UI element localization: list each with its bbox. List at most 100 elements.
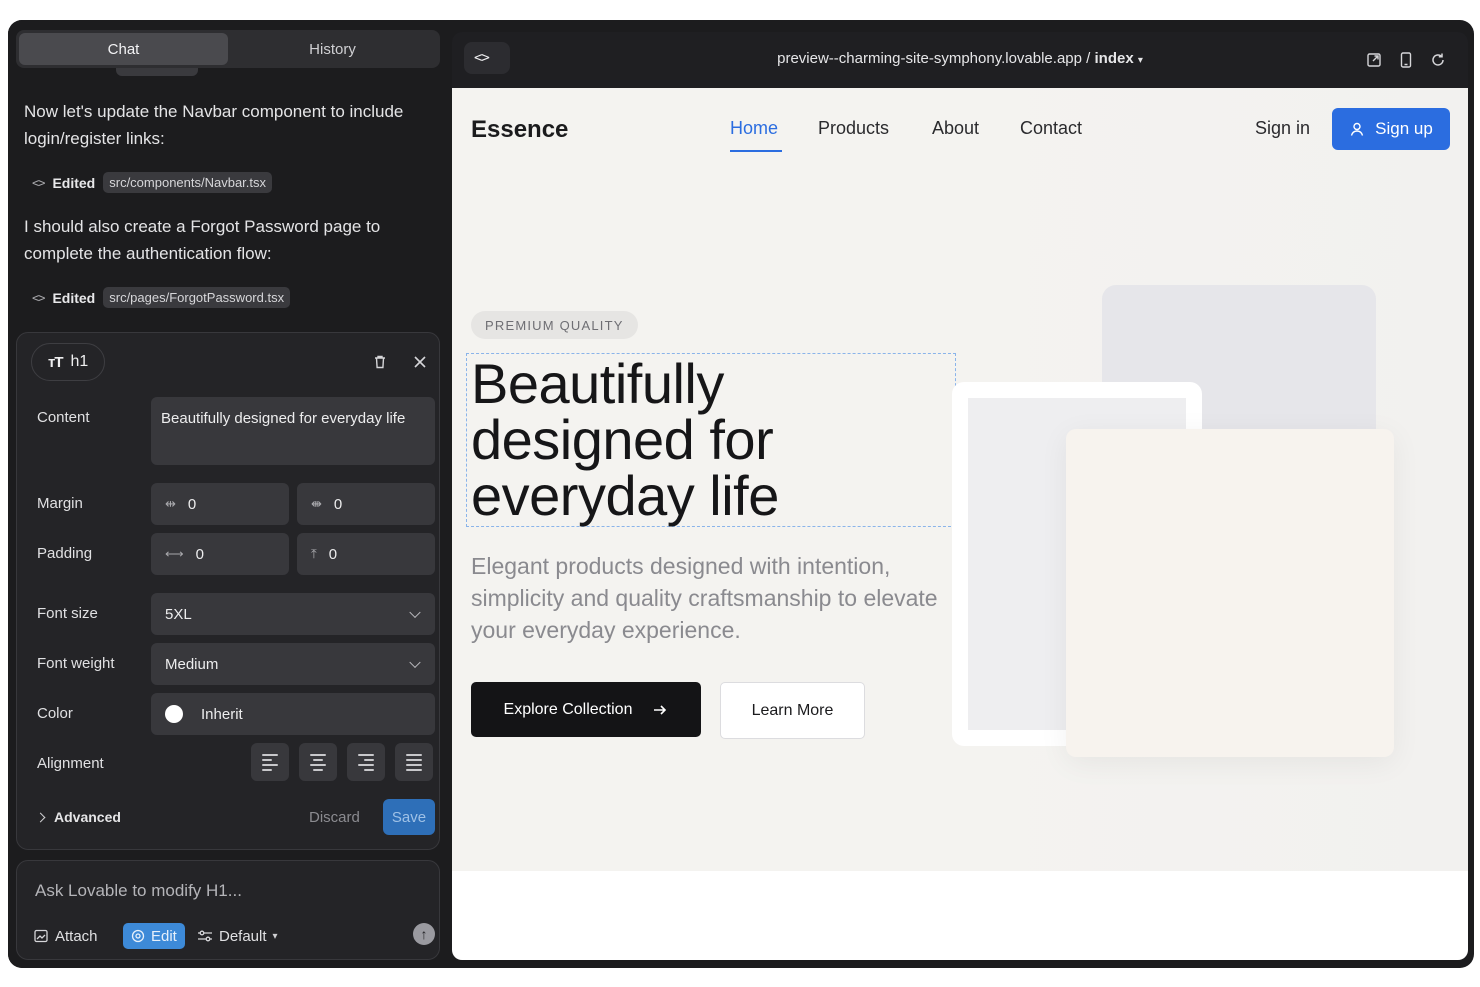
content-input[interactable]: Beautifully designed for everyday life bbox=[151, 397, 435, 465]
font-size-value: 5XL bbox=[165, 605, 192, 623]
font-weight-label: Font weight bbox=[37, 655, 115, 672]
edit-label: Edit bbox=[151, 927, 177, 945]
advanced-label: Advanced bbox=[54, 809, 121, 825]
padding-y-value: 0 bbox=[328, 545, 338, 563]
panel-tabs: Chat History bbox=[16, 30, 440, 68]
site-preview: Essence Home Products About Contact Sign… bbox=[452, 88, 1468, 960]
quality-badge: PREMIUM QUALITY bbox=[471, 311, 638, 339]
preview-url[interactable]: preview--charming-site-symphony.lovable.… bbox=[452, 50, 1468, 67]
signup-button[interactable]: Sign up bbox=[1332, 108, 1450, 150]
element-editor: ᴛT h1 Content Beautifully designed for e… bbox=[16, 332, 440, 850]
discard-button[interactable]: Discard bbox=[309, 809, 360, 826]
text-type-icon: ᴛT bbox=[48, 353, 63, 371]
chevron-down-icon bbox=[409, 656, 421, 669]
url-page: index bbox=[1094, 50, 1134, 67]
align-left-button[interactable] bbox=[251, 743, 289, 781]
margin-y-value: 0 bbox=[333, 495, 343, 513]
attach-label: Attach bbox=[55, 927, 98, 945]
margin-label: Margin bbox=[37, 495, 83, 512]
edit-indicator[interactable]: <> Edited src/pages/ForgotPassword.tsx bbox=[32, 287, 291, 308]
arrow-right-icon bbox=[654, 704, 667, 715]
chevron-down-icon bbox=[409, 606, 421, 619]
sliders-icon bbox=[198, 930, 212, 942]
chat-message: Now let's update the Navbar component to… bbox=[24, 102, 404, 148]
mobile-icon[interactable] bbox=[1396, 50, 1416, 70]
font-weight-value: Medium bbox=[165, 655, 219, 673]
padding-x-value: 0 bbox=[195, 545, 204, 563]
nav-about[interactable]: About bbox=[932, 118, 979, 139]
decorative-cream-card bbox=[1066, 429, 1394, 757]
site-logo[interactable]: Essence bbox=[471, 116, 568, 144]
signin-link[interactable]: Sign in bbox=[1255, 118, 1310, 139]
align-justify-button[interactable] bbox=[395, 743, 433, 781]
edit-indicator[interactable]: <> Edited src/components/Navbar.tsx bbox=[32, 172, 273, 193]
send-button[interactable]: ↑ bbox=[413, 923, 435, 945]
nav-home[interactable]: Home bbox=[730, 118, 778, 139]
chat-message: I should also create a Forgot Password p… bbox=[24, 217, 381, 263]
padding-y-input[interactable]: ⤒ 0 bbox=[297, 533, 435, 575]
edit-mode-button[interactable]: Edit bbox=[123, 923, 185, 949]
nav-active-indicator bbox=[730, 150, 782, 152]
save-button[interactable]: Save bbox=[383, 799, 435, 835]
edit-file-path[interactable]: src/components/Navbar.tsx bbox=[103, 172, 273, 193]
trash-icon[interactable] bbox=[369, 351, 391, 373]
advanced-toggle[interactable]: Advanced bbox=[35, 809, 121, 825]
chat-panel: Chat History Now let's update the Navbar… bbox=[8, 20, 448, 968]
chevron-right-icon bbox=[35, 812, 46, 822]
content-label: Content bbox=[37, 409, 90, 426]
hero-subtitle: Elegant products designed with intention… bbox=[471, 553, 938, 643]
explore-collection-button[interactable]: Explore Collection bbox=[471, 682, 701, 737]
chevron-down-icon: ▾ bbox=[1137, 55, 1143, 66]
align-right-button[interactable] bbox=[347, 743, 385, 781]
app-window: Chat History Now let's update the Navbar… bbox=[8, 20, 1474, 968]
margin-x-input[interactable]: ⇹ 0 bbox=[151, 483, 289, 525]
edit-file-path[interactable]: src/pages/ForgotPassword.tsx bbox=[103, 287, 291, 308]
close-icon[interactable] bbox=[409, 351, 431, 373]
attach-icon bbox=[34, 929, 48, 943]
padding-vertical-icon: ⤒ bbox=[311, 546, 317, 561]
nav-contact[interactable]: Contact bbox=[1020, 118, 1082, 139]
url-prefix: preview--charming-site-symphony.lovable.… bbox=[777, 50, 1095, 67]
chat-input[interactable]: Ask Lovable to modify H1... bbox=[35, 881, 242, 901]
target-icon bbox=[131, 929, 145, 943]
chat-input-box: Ask Lovable to modify H1... Attach Edit … bbox=[16, 860, 440, 960]
hero-headline[interactable]: Beautifully designed for everyday life bbox=[471, 356, 951, 524]
external-link-icon[interactable] bbox=[1364, 50, 1384, 70]
color-swatch bbox=[165, 705, 183, 723]
font-size-label: Font size bbox=[37, 605, 98, 622]
font-size-select[interactable]: 5XL bbox=[151, 593, 435, 635]
padding-horizontal-icon: ⟷ bbox=[165, 546, 184, 561]
color-value: Inherit bbox=[201, 705, 243, 723]
margin-x-value: 0 bbox=[187, 495, 197, 513]
padding-x-input[interactable]: ⟷ 0 bbox=[151, 533, 289, 575]
tab-history[interactable]: History bbox=[228, 33, 437, 65]
color-picker[interactable]: Inherit bbox=[151, 693, 435, 735]
font-weight-select[interactable]: Medium bbox=[151, 643, 435, 685]
refresh-icon[interactable] bbox=[1428, 50, 1448, 70]
color-label: Color bbox=[37, 705, 73, 722]
edit-label: Edited bbox=[52, 289, 96, 306]
nav-products[interactable]: Products bbox=[818, 118, 889, 139]
align-center-button[interactable] bbox=[299, 743, 337, 781]
signup-label: Sign up bbox=[1375, 119, 1433, 138]
margin-vertical-icon: ⇼ bbox=[311, 496, 322, 511]
scroll-stub bbox=[116, 68, 198, 76]
arrow-up-icon: ↑ bbox=[420, 926, 428, 942]
preview-toolbar: <> preview--charming-site-symphony.lovab… bbox=[452, 32, 1468, 88]
element-tag: h1 bbox=[70, 353, 89, 370]
preview-panel: <> preview--charming-site-symphony.lovab… bbox=[452, 32, 1468, 960]
margin-y-input[interactable]: ⇼ 0 bbox=[297, 483, 435, 525]
tab-chat[interactable]: Chat bbox=[19, 33, 228, 65]
alignment-label: Alignment bbox=[37, 755, 104, 772]
user-icon bbox=[1350, 122, 1364, 136]
code-icon: <> bbox=[32, 175, 45, 190]
model-select[interactable]: Default ▾ bbox=[197, 923, 278, 949]
chevron-down-icon: ▾ bbox=[272, 930, 278, 942]
explore-label: Explore Collection bbox=[503, 700, 633, 718]
edit-label: Edited bbox=[52, 174, 96, 191]
element-tag-pill: ᴛT h1 bbox=[31, 343, 106, 381]
attach-button[interactable]: Attach bbox=[33, 923, 98, 949]
code-icon: <> bbox=[32, 290, 45, 305]
learn-more-button[interactable]: Learn More bbox=[720, 682, 865, 739]
model-label: Default bbox=[219, 927, 267, 945]
